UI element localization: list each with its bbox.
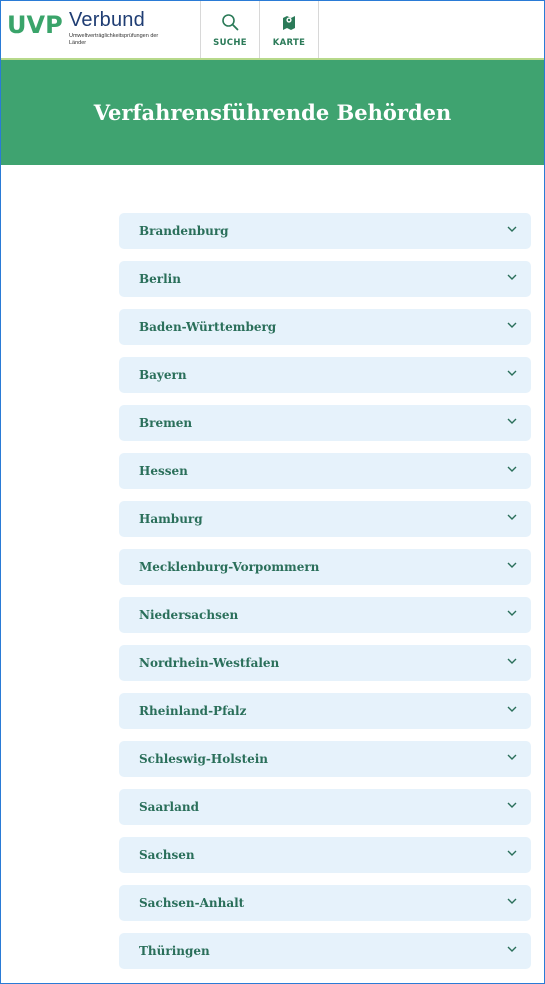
chevron-down-icon	[507, 610, 517, 616]
accordion-item-label: Bremen	[139, 416, 193, 430]
accordion-item[interactable]: Rheinland-Pfalz	[119, 693, 531, 729]
brand-subtitle: Umweltverträglichkeitsprüfungen der Länd…	[69, 33, 159, 46]
accordion-item-label: Sachsen-Anhalt	[139, 896, 245, 910]
accordion-item[interactable]: Bremen	[119, 405, 531, 441]
chevron-down-icon	[507, 706, 517, 712]
accordion-item[interactable]: Bayern	[119, 357, 531, 393]
chevron-down-icon	[507, 658, 517, 664]
map-label: KARTE	[272, 38, 306, 48]
accordion-item[interactable]: Mecklenburg-Vorpommern	[119, 549, 531, 585]
map-button[interactable]: KARTE	[259, 1, 319, 58]
chevron-down-icon	[507, 274, 517, 280]
accordion-item[interactable]: Baden-Württemberg	[119, 309, 531, 345]
chevron-down-icon	[507, 562, 517, 568]
accordion-item-label: Schleswig-Holstein	[139, 752, 269, 766]
search-button[interactable]: SUCHE	[200, 1, 259, 58]
chevron-down-icon	[507, 802, 517, 808]
accordion-item-label: Niedersachsen	[139, 608, 239, 622]
accordion-item-label: Hessen	[139, 464, 188, 478]
accordion-item[interactable]: Hessen	[119, 453, 531, 489]
accordion-item-label: Berlin	[139, 272, 181, 286]
accordion-item-label: Rheinland-Pfalz	[139, 704, 247, 718]
accordion-item[interactable]: Saarland	[119, 789, 531, 825]
accordion-item-label: Thüringen	[139, 944, 210, 958]
chevron-down-icon	[507, 226, 517, 232]
accordion-item[interactable]: Sachsen-Anhalt	[119, 885, 531, 921]
chevron-down-icon	[507, 322, 517, 328]
chevron-down-icon	[507, 898, 517, 904]
page-title: Verfahrensführende Behörden	[93, 100, 452, 125]
accordion-item[interactable]: Nordrhein-Westfalen	[119, 645, 531, 681]
uvp-logo-mark: UVP	[7, 11, 63, 37]
authority-accordion-list: Brandenburg Berlin Baden-Württemberg Bayern…	[119, 213, 531, 981]
accordion-item[interactable]: Berlin	[119, 261, 531, 297]
chevron-down-icon	[507, 370, 517, 376]
accordion-item-label: Hamburg	[139, 512, 203, 526]
site-header: UVP Verbund Umweltverträglichkeitsprüfun…	[1, 1, 544, 60]
accordion-item-label: Mecklenburg-Vorpommern	[139, 560, 320, 574]
accordion-item[interactable]: Sachsen	[119, 837, 531, 873]
page-banner: Verfahrensführende Behörden	[1, 60, 544, 165]
accordion-item-label: Sachsen	[139, 848, 195, 862]
accordion-item[interactable]: Hamburg	[119, 501, 531, 537]
brand-title: Verbund	[69, 9, 145, 31]
search-label: SUCHE	[213, 38, 247, 48]
chevron-down-icon	[507, 850, 517, 856]
accordion-item[interactable]: Thüringen	[119, 933, 531, 969]
accordion-item[interactable]: Schleswig-Holstein	[119, 741, 531, 777]
search-icon	[222, 14, 239, 31]
accordion-item-label: Bayern	[139, 368, 187, 382]
chevron-down-icon	[507, 418, 517, 424]
logo[interactable]: UVP Verbund Umweltverträglichkeitsprüfun…	[7, 9, 197, 49]
accordion-item[interactable]: Niedersachsen	[119, 597, 531, 633]
accordion-item-label: Nordrhein-Westfalen	[139, 656, 280, 670]
chevron-down-icon	[507, 514, 517, 520]
map-icon	[283, 16, 295, 30]
accordion-item-label: Baden-Württemberg	[139, 320, 277, 334]
accordion-item-label: Brandenburg	[139, 224, 229, 238]
chevron-down-icon	[507, 946, 517, 952]
chevron-down-icon	[507, 466, 517, 472]
accordion-item[interactable]: Brandenburg	[119, 213, 531, 249]
uvp-logo-text: UVP	[7, 11, 63, 37]
accordion-item-label: Saarland	[139, 800, 199, 814]
chevron-down-icon	[507, 754, 517, 760]
